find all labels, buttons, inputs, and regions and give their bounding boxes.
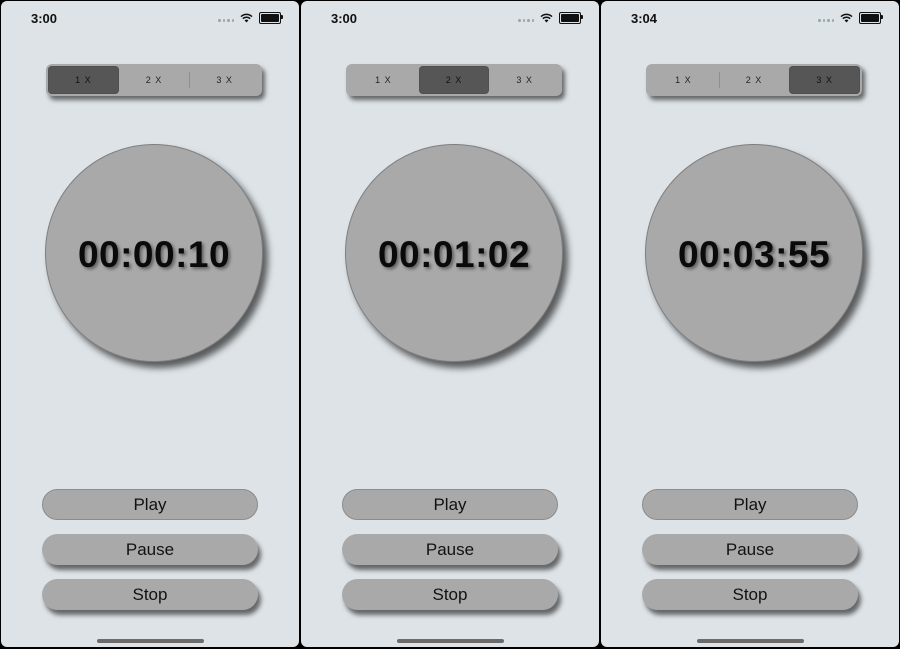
pause-button[interactable]: Pause <box>642 534 858 565</box>
speed-segmented-control[interactable]: 1 X 2 X 3 X <box>646 64 862 96</box>
pause-button[interactable]: Pause <box>342 534 558 565</box>
speed-segmented-control[interactable]: 1 X 2 X 3 X <box>46 64 262 96</box>
segment-3x[interactable]: 3 X <box>489 66 560 94</box>
status-time: 3:04 <box>631 11 658 26</box>
timer-dial: 00:00:10 <box>45 144 263 362</box>
stop-button[interactable]: Stop <box>342 579 558 610</box>
wifi-icon <box>540 13 553 23</box>
stop-button[interactable]: Stop <box>42 579 258 610</box>
timer-display: 00:01:02 <box>377 234 531 275</box>
status-bar: 3:00 <box>301 1 599 35</box>
stop-button[interactable]: Stop <box>642 579 858 610</box>
segment-2x[interactable]: 2 X <box>418 66 490 94</box>
battery-icon <box>259 12 283 24</box>
speed-segmented-control[interactable]: 1 X 2 X 3 X <box>346 64 562 96</box>
cellular-dots-icon <box>218 14 234 22</box>
segment-1x[interactable]: 1 X <box>348 66 419 94</box>
status-time: 3:00 <box>331 11 358 26</box>
segment-2x[interactable]: 2 X <box>718 66 790 94</box>
status-icons <box>818 12 883 24</box>
status-bar: 3:00 <box>1 1 299 35</box>
play-button[interactable]: Play <box>342 489 558 520</box>
cellular-dots-icon <box>818 14 834 22</box>
status-icons <box>218 12 283 24</box>
segment-1x[interactable]: 1 X <box>648 66 719 94</box>
timer-display: 00:03:55 <box>677 234 831 275</box>
play-button[interactable]: Play <box>642 489 858 520</box>
phone-screen-3: 3:04 1 X 2 X 3 X 00:03:55 Play Pause Sto… <box>601 1 899 647</box>
play-button[interactable]: Play <box>42 489 258 520</box>
battery-icon <box>559 12 583 24</box>
status-bar: 3:04 <box>601 1 899 35</box>
segment-3x[interactable]: 3 X <box>189 66 260 94</box>
home-indicator[interactable] <box>697 639 804 643</box>
wifi-icon <box>840 13 853 23</box>
screenshot-composite: 3:00 1 X 2 X 3 X 00:00:10 Play Pause Sto… <box>0 0 900 649</box>
segment-3x[interactable]: 3 X <box>789 66 861 94</box>
status-time: 3:00 <box>31 11 58 26</box>
home-indicator[interactable] <box>397 639 504 643</box>
segment-2x[interactable]: 2 X <box>119 66 190 94</box>
segment-1x[interactable]: 1 X <box>48 66 119 94</box>
timer-dial: 00:01:02 <box>345 144 563 362</box>
battery-icon <box>859 12 883 24</box>
timer-dial: 00:03:55 <box>645 144 863 362</box>
pause-button[interactable]: Pause <box>42 534 258 565</box>
cellular-dots-icon <box>518 14 534 22</box>
timer-display: 00:00:10 <box>77 234 231 275</box>
wifi-icon <box>240 13 253 23</box>
phone-screen-2: 3:00 1 X 2 X 3 X 00:01:02 Play Pause Sto… <box>301 1 599 647</box>
home-indicator[interactable] <box>97 639 204 643</box>
status-icons <box>518 12 583 24</box>
phone-screen-1: 3:00 1 X 2 X 3 X 00:00:10 Play Pause Sto… <box>1 1 299 647</box>
